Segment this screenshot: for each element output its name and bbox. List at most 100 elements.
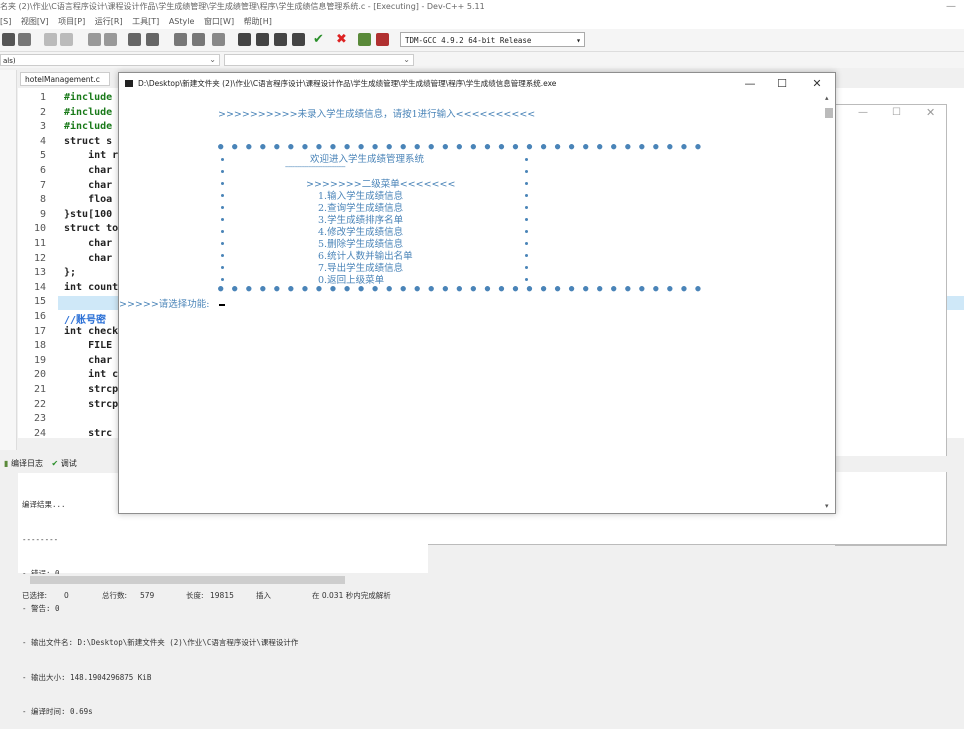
text-cursor [219, 304, 225, 306]
menu-item[interactable]: 工具[T] [132, 17, 159, 26]
compiler-select[interactable]: TDM-GCC 4.9.2 64-bit Release ▾ [400, 32, 585, 47]
profile-icon[interactable] [376, 33, 389, 46]
console-title: D:\Desktop\新建文件夹 (2)\作业\C语言程序设计\课程设计作品\学… [138, 79, 557, 88]
maximize-icon[interactable]: ☐ [892, 107, 901, 118]
line-number: 4 [39, 135, 46, 147]
code-line: strc [64, 427, 113, 439]
insert-icon[interactable] [128, 33, 141, 46]
console-output [119, 94, 825, 510]
menu-border-dot [221, 206, 224, 209]
menu-border-dot [221, 242, 224, 245]
code-line: int c [64, 369, 119, 381]
save-icon[interactable] [2, 33, 15, 46]
chevron-down-icon: ⌄ [403, 55, 410, 64]
menu-separator: ---------------------------------- [285, 163, 346, 171]
class-combo-value: als) [3, 57, 16, 65]
console-scrollbar[interactable]: ▴ ▾ [824, 94, 834, 510]
menu-border-dot [525, 230, 528, 233]
line-number: 9 [39, 208, 46, 220]
code-line: }stu[100 [64, 208, 113, 220]
tab-compile-log[interactable]: 编译日志 [11, 459, 43, 468]
menu-border-dot [525, 266, 528, 269]
line-number: 2 [39, 106, 46, 118]
project-options-icon[interactable] [274, 33, 287, 46]
chart-icon[interactable] [358, 33, 371, 46]
line-number: 5 [39, 150, 46, 162]
menu-border-dot [221, 218, 224, 221]
code-line: int check [64, 325, 119, 337]
menu-item[interactable]: 窗口[W] [204, 17, 234, 26]
bookmark-icon[interactable] [212, 33, 225, 46]
scrollbar-thumb[interactable] [825, 108, 833, 118]
code-line: }; [64, 267, 77, 279]
member-combo[interactable]: ⌄ [224, 54, 414, 66]
menu-border-dot [525, 170, 528, 173]
log-line: -------- [22, 534, 59, 544]
class-browser-icon[interactable] [292, 33, 305, 46]
class-combo[interactable]: als) ⌄ [0, 54, 220, 66]
line-number: 8 [39, 194, 46, 206]
code-line: #include [64, 106, 113, 118]
menu-item[interactable]: 视图[V] [21, 17, 49, 26]
maximize-icon[interactable]: ☐ [767, 73, 797, 94]
chevron-down-icon: ▾ [576, 36, 581, 45]
toggle-icon[interactable] [146, 33, 159, 46]
undo-icon[interactable] [44, 33, 57, 46]
print-icon[interactable] [18, 33, 31, 46]
line-number: 22 [33, 398, 46, 410]
menu-item[interactable]: 项目[P] [58, 17, 85, 26]
close-icon[interactable]: ✕ [802, 73, 832, 94]
menu-item[interactable]: AStyle [169, 17, 195, 26]
background-window: — ☐ ✕ [835, 104, 947, 546]
menu-border-dot [525, 182, 528, 185]
code-line: int count [64, 281, 119, 293]
line-number: 24 [33, 427, 46, 439]
status-total-label: 总行数: [102, 591, 128, 600]
line-number: 1 [39, 92, 46, 103]
line-number: 18 [33, 340, 46, 352]
menu-item[interactable]: 帮助[H] [244, 17, 272, 26]
open-project-icon[interactable] [256, 33, 269, 46]
menu-item[interactable]: 运行[R] [95, 17, 123, 26]
scroll-down-icon[interactable]: ▾ [825, 502, 829, 510]
menu-border-dot [221, 194, 224, 197]
minimize-icon[interactable]: — [858, 107, 868, 118]
new-project-icon[interactable] [238, 33, 251, 46]
find-icon[interactable] [88, 33, 101, 46]
minimize-icon[interactable]: — [946, 0, 956, 14]
menu-border-top: ● ● ● ● ● ● ● ● ● ● ● ● ● ● ● ● ● ● ● ● … [218, 142, 703, 152]
tab-file[interactable]: hotelManagement.c [20, 72, 110, 86]
line-number: 7 [39, 179, 46, 191]
log-line: - 输出文件名: D:\Desktop\新建文件夹 (2)\作业\C语言程序设计… [22, 638, 299, 647]
redo-icon[interactable] [60, 33, 73, 46]
menu-item-0: 0.返回上级菜单 [318, 275, 385, 286]
scroll-up-icon[interactable]: ▴ [825, 94, 829, 102]
code-line: char [64, 165, 113, 176]
close-icon[interactable]: ✖ [336, 33, 349, 46]
menu-border-dot [525, 218, 528, 221]
menu-border-dot [525, 242, 528, 245]
replace-icon[interactable] [104, 33, 117, 46]
menu-border-dot [525, 254, 528, 257]
code-line: struct s [64, 135, 113, 147]
minimize-icon[interactable]: — [735, 73, 765, 94]
code-line: char [64, 354, 113, 366]
line-number: 6 [39, 165, 46, 176]
check-icon[interactable]: ✔ [313, 33, 326, 46]
unindent-icon[interactable] [192, 33, 205, 46]
status-total: 579 [140, 591, 155, 600]
line-number: 13 [33, 267, 46, 279]
scrollbar-thumb[interactable] [30, 576, 345, 584]
status-selected-label: 已选择: [22, 591, 48, 600]
menu-border-dot [221, 278, 224, 281]
log-line: - 编译时间: 0.69s [22, 707, 93, 716]
menu-item[interactable]: [S] [0, 17, 11, 26]
line-number: 3 [39, 121, 46, 133]
indent-icon[interactable] [174, 33, 187, 46]
code-line: char [64, 238, 113, 249]
status-mode: 插入 [256, 591, 271, 600]
tab-debug[interactable]: 调试 [61, 459, 77, 468]
compiler-value: TDM-GCC 4.9.2 64-bit Release [405, 36, 532, 45]
chart-icon: ▮ [4, 459, 9, 468]
close-icon[interactable]: ✕ [926, 106, 935, 119]
